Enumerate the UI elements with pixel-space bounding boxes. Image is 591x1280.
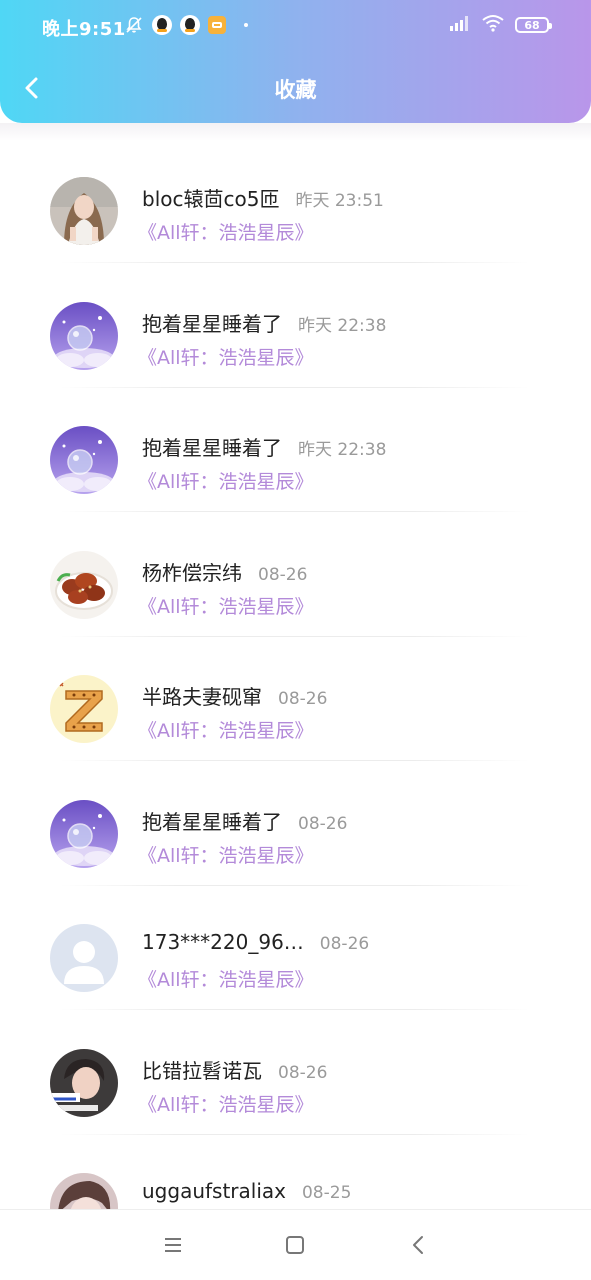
timestamp: 昨天 23:51 xyxy=(295,191,384,211)
divider xyxy=(60,884,530,886)
favorite-item[interactable]: 173***220_96… 08-26 《All轩：浩浩星辰》 xyxy=(0,888,591,1013)
avatar[interactable] xyxy=(50,1048,118,1117)
user-name: 抱着星星睡着了 昨天 22:38 xyxy=(142,432,386,461)
nav-back-button[interactable] xyxy=(406,1232,432,1258)
divider xyxy=(60,635,530,637)
book-title-link[interactable]: 《All轩：浩浩星辰》 xyxy=(138,841,314,868)
bell-off-icon xyxy=(124,15,144,35)
user-name-text: uggaufstraliax xyxy=(142,1179,286,1203)
avatar[interactable] xyxy=(50,675,118,743)
book-title-link[interactable]: 《All轩：浩浩星辰》 xyxy=(138,467,314,494)
page-title: 收藏 xyxy=(274,78,317,102)
user-name: 半路夫妻砚窜 08-26 xyxy=(142,681,327,710)
user-name: 抱着星星睡着了 08-26 xyxy=(142,806,347,835)
message-icon xyxy=(208,16,226,34)
timestamp: 08-26 xyxy=(258,564,308,585)
qq-icon xyxy=(180,15,200,35)
avatar[interactable] xyxy=(50,924,118,992)
user-name-text: bloc辕茴co5匝 xyxy=(142,187,280,211)
user-name-text: 杨柞偿宗纬 xyxy=(142,560,242,585)
user-name: 比错拉髫诺瓦 08-26 xyxy=(142,1055,327,1084)
avatar[interactable] xyxy=(50,177,118,245)
favorite-item[interactable]: bloc辕茴co5匝 昨天 23:51 《All轩：浩浩星辰》 xyxy=(0,141,591,266)
book-title-link[interactable]: 《All轩：浩浩星辰》 xyxy=(138,965,314,992)
notification-icons xyxy=(124,15,248,35)
favorite-item[interactable]: 杨柞偿宗纬 08-26 《All轩：浩浩星辰》 xyxy=(0,515,591,640)
status-bar: 晚上9:51 68 xyxy=(0,0,591,54)
system-navigation-bar xyxy=(0,1209,591,1280)
favorites-screen: 晚上9:51 68 收藏 bloc辕茴co5匝 昨天 23:51 《All轩：浩… xyxy=(0,0,591,1280)
divider xyxy=(60,511,530,512)
user-name-text: 抱着星星睡着了 xyxy=(142,809,282,834)
user-name-text: 抱着星星睡着了 xyxy=(142,436,282,460)
status-time: 晚上9:51 xyxy=(42,19,126,40)
favorite-item[interactable]: uggaufstraliax 08-25 xyxy=(0,1137,591,1209)
header: 晚上9:51 68 收藏 xyxy=(0,0,591,123)
timestamp: 08-26 xyxy=(278,689,328,709)
avatar[interactable] xyxy=(50,550,118,619)
timestamp: 08-26 xyxy=(319,934,370,954)
divider xyxy=(60,760,530,761)
favorite-item[interactable]: 半路夫妻砚窜 08-26 《All轩：浩浩星辰》 xyxy=(0,639,591,764)
book-title-link[interactable]: 《All轩：浩浩星辰》 xyxy=(138,1090,314,1117)
timestamp: 昨天 22:38 xyxy=(298,440,387,460)
book-title-link[interactable]: 《All轩：浩浩星辰》 xyxy=(138,343,314,370)
user-name-text: 比错拉髫诺瓦 xyxy=(142,1058,262,1083)
favorite-item[interactable]: 比错拉髫诺瓦 08-26 《All轩：浩浩星辰》 xyxy=(0,1013,591,1138)
avatar[interactable] xyxy=(50,426,118,494)
user-name: uggaufstraliax 08-25 xyxy=(142,1179,351,1203)
book-title-link[interactable]: 《All轩：浩浩星辰》 xyxy=(138,592,314,619)
timestamp: 昨天 22:38 xyxy=(298,315,387,336)
book-title-link[interactable]: 《All轩：浩浩星辰》 xyxy=(138,716,314,743)
divider xyxy=(60,262,530,263)
menu-button[interactable] xyxy=(160,1232,186,1258)
favorite-item[interactable]: 抱着星星睡着了 昨天 22:38 《All轩：浩浩星辰》 xyxy=(0,266,591,391)
favorites-list: bloc辕茴co5匝 昨天 23:51 《All轩：浩浩星辰》 抱着星星睡着了 昨天 xyxy=(0,141,591,1209)
home-square-icon xyxy=(286,1236,304,1254)
nav-bar: 收藏 xyxy=(0,60,591,118)
divider xyxy=(60,1133,530,1135)
user-name-text: 半路夫妻砚窜 xyxy=(142,685,262,709)
more-dot-icon xyxy=(244,23,248,27)
timestamp: 08-26 xyxy=(298,813,348,834)
signal-icon xyxy=(449,15,471,35)
wifi-icon xyxy=(481,14,505,36)
home-button[interactable] xyxy=(282,1232,308,1258)
user-name: bloc辕茴co5匝 昨天 23:51 xyxy=(142,183,384,212)
user-name: 173***220_96… 08-26 xyxy=(142,930,369,954)
avatar[interactable] xyxy=(50,799,118,868)
user-name-text: 173***220_96… xyxy=(142,930,304,954)
battery-icon: 68 xyxy=(515,17,552,33)
avatar[interactable] xyxy=(50,1173,118,1209)
timestamp: 08-26 xyxy=(278,1062,328,1083)
favorite-item[interactable]: 抱着星星睡着了 08-26 《All轩：浩浩星辰》 xyxy=(0,764,591,889)
divider xyxy=(60,386,530,388)
timestamp: 08-25 xyxy=(301,1183,352,1203)
system-icons: 68 xyxy=(449,14,552,36)
menu-icon xyxy=(165,1238,181,1252)
user-name-text: 抱着星星睡着了 xyxy=(142,311,282,336)
book-title-link[interactable]: 《All轩：浩浩星辰》 xyxy=(138,218,314,245)
nav-back-icon xyxy=(413,1236,423,1254)
avatar[interactable] xyxy=(50,301,118,370)
qq-icon xyxy=(152,15,172,35)
user-name: 杨柞偿宗纬 08-26 xyxy=(142,557,307,586)
divider xyxy=(60,1009,530,1010)
favorite-item[interactable]: 抱着星星睡着了 昨天 22:38 《All轩：浩浩星辰》 xyxy=(0,390,591,515)
user-name: 抱着星星睡着了 昨天 22:38 xyxy=(142,308,386,337)
header-shadow xyxy=(0,123,591,141)
